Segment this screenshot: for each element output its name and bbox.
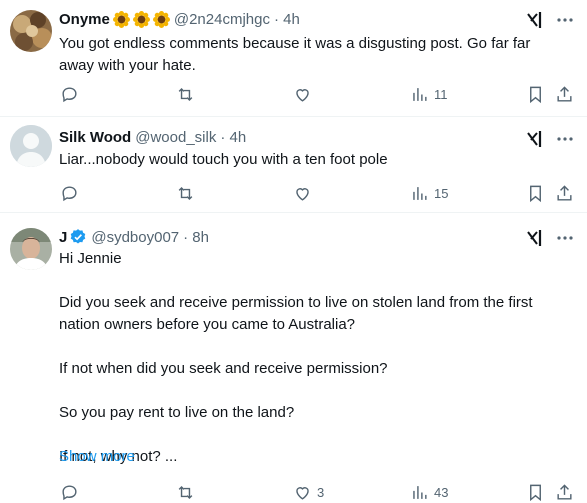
post-paragraph: If not, why not? ... [59, 448, 178, 465]
like-button[interactable] [293, 182, 317, 204]
post-text: Hi Jennie Did you seek and receive permi… [59, 248, 569, 468]
post-text: Liar...nobody would touch you with a ten… [59, 149, 569, 171]
post-text: You got endless comments because it was … [59, 33, 569, 77]
share-icon [557, 483, 572, 500]
sunflower-icon [112, 10, 130, 28]
handle[interactable]: @sydboy007 [91, 229, 179, 246]
repost-icon [178, 87, 193, 101]
like-icon [296, 88, 309, 102]
like-icon [296, 187, 309, 201]
bookmark-button[interactable] [526, 83, 545, 105]
share-button[interactable] [555, 83, 574, 105]
verified-badge-icon [71, 229, 86, 244]
sunflower-icon [152, 10, 170, 28]
bookmark-button[interactable] [526, 182, 545, 204]
post-paragraph: Hi Jennie [59, 250, 122, 267]
reply-icon [62, 185, 77, 201]
action-bar: 15 [59, 182, 579, 204]
handle[interactable]: @2n24cmjhgc [174, 11, 270, 28]
repost-button[interactable] [176, 83, 200, 105]
grok-icon[interactable] [525, 10, 545, 30]
repost-icon [178, 485, 193, 499]
repost-button[interactable] [176, 182, 200, 204]
repost-icon [178, 186, 193, 200]
reply-icon [62, 86, 77, 102]
post-paragraph: If not when did you seek and receive per… [59, 360, 388, 377]
more-icon[interactable] [555, 129, 575, 149]
display-name[interactable]: J [59, 229, 67, 246]
display-name[interactable]: Silk Wood [59, 129, 131, 146]
views-icon [413, 186, 427, 200]
post-paragraph: Did you seek and receive permission to l… [59, 294, 533, 333]
grok-icon[interactable] [525, 228, 545, 248]
views-icon [413, 485, 427, 499]
avatar[interactable] [10, 125, 52, 167]
timestamp[interactable]: · 4h [220, 129, 246, 146]
bookmark-icon [530, 86, 541, 103]
views-count: 15 [434, 185, 449, 201]
action-bar: 11 [59, 83, 579, 105]
reply-button[interactable] [60, 182, 84, 204]
timestamp[interactable]: · 4h [274, 11, 300, 28]
sunflower-icon [132, 10, 150, 28]
more-icon[interactable] [555, 228, 575, 248]
reply-icon [62, 484, 77, 500]
views-button[interactable]: 11 [410, 83, 448, 105]
reply-button[interactable] [60, 83, 84, 105]
handle[interactable]: @wood_silk [135, 129, 216, 146]
grok-icon[interactable] [525, 129, 545, 149]
avatar[interactable] [10, 228, 52, 270]
bookmark-icon [530, 484, 541, 501]
post-paragraph: Liar...nobody would touch you with a ten… [59, 151, 388, 168]
display-name[interactable]: Onyme [59, 11, 110, 28]
post-paragraph: So you pay rent to live on the land? [59, 404, 295, 421]
post-3[interactable]: J @sydboy007 · 8h Hi Jennie Did you seek… [0, 213, 587, 501]
share-icon [557, 85, 572, 102]
post-paragraph: You got endless comments because it was … [59, 35, 531, 74]
share-button[interactable] [555, 182, 574, 204]
more-icon[interactable] [555, 10, 575, 30]
bookmark-icon [530, 185, 541, 202]
like-count: 3 [317, 484, 325, 500]
show-more-link[interactable]: Show more [59, 448, 135, 465]
share-icon [557, 184, 572, 201]
post-1[interactable]: Onyme @2n24cmjhgc · 4h You got endless c… [0, 0, 587, 117]
like-button[interactable] [293, 83, 317, 105]
post-2[interactable]: Silk Wood @wood_silk · 4h Liar...nobody … [0, 117, 587, 213]
avatar[interactable] [10, 10, 52, 52]
timestamp[interactable]: · 8h [183, 229, 209, 246]
views-count: 11 [434, 86, 448, 102]
views-icon [413, 87, 427, 101]
like-icon [296, 486, 309, 500]
views-button[interactable]: 15 [410, 182, 448, 204]
views-count: 43 [434, 484, 449, 500]
